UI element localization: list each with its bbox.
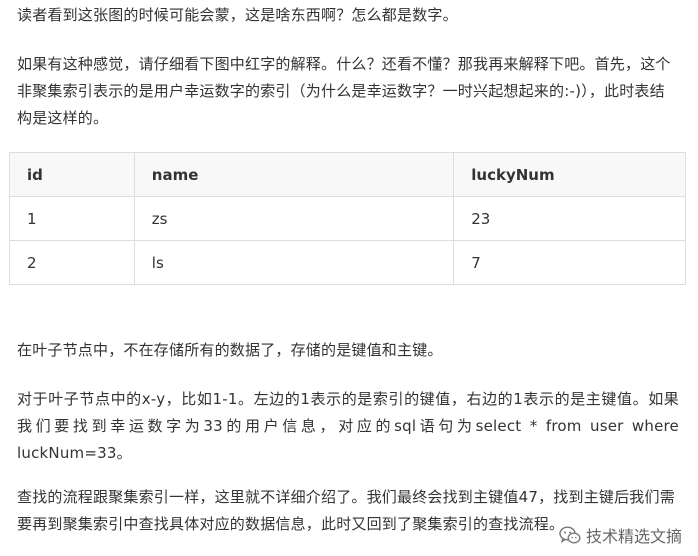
table-cell-name: ls	[133, 240, 455, 285]
paragraph-intro: 读者看到这张图的时候可能会蒙，这是啥东西啊？怎么都是数字。	[17, 6, 458, 24]
table-row: 1 zs 23	[9, 196, 686, 241]
table-cell-luckynum: 23	[453, 196, 686, 241]
table-cell-id: 1	[9, 196, 135, 241]
wechat-icon	[559, 525, 581, 545]
paragraph-explanation: 如果有这种感觉，请仔细看下图中红字的解释。什么？还看不懂？那我再来解释下吧。首先…	[17, 55, 671, 127]
table-cell-luckynum: 7	[453, 240, 686, 285]
table-header-name: name	[133, 152, 455, 197]
paragraph-leaf-nodes: 在叶子节点中，不在存储所有的数据了，存储的是键值和主键。	[17, 341, 443, 359]
table-header-luckynum: luckyNum	[453, 152, 686, 197]
table-row: 2 ls 7	[9, 240, 686, 285]
paragraph-key-explanation: 对于叶子节点中的x-y，比如1-1。左边的1表示的是索引的键值，右边的1表示的是…	[17, 386, 679, 467]
table-header-row: id name luckyNum	[9, 152, 686, 197]
paragraph-line: 对于叶子节点中的x-y，比如1-1。左边的1表示的是索引的键值，右边的1表示的是…	[17, 390, 679, 408]
table-cell-id: 2	[9, 240, 135, 285]
table-header-id: id	[9, 152, 135, 197]
lucky-number-table: id name luckyNum 1 zs 23 2 ls 7	[9, 152, 686, 285]
table-cell-name: zs	[133, 196, 455, 241]
watermark: 技术精选文摘	[556, 522, 684, 548]
watermark-text: 技术精选文摘	[585, 527, 682, 546]
paragraph-line: luckNum=33。	[17, 444, 132, 462]
paragraph-line: 我们要找到幸运数字为33的用户信息，对应的sql语句为select * from…	[17, 417, 679, 435]
